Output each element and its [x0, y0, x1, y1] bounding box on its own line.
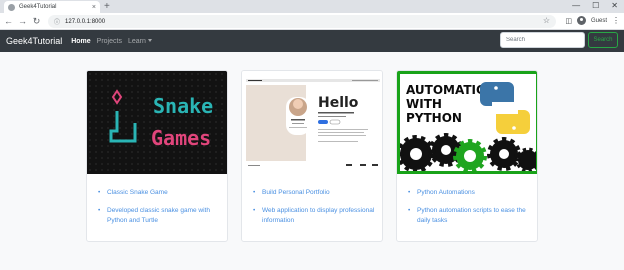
automation-image: AUTOMATION WITH PYTHON: [397, 71, 537, 174]
navbar-brand[interactable]: Geek4Tutorial: [6, 36, 62, 46]
project-card-automation: AUTOMATION WITH PYTHON • Python Automati…: [396, 70, 538, 242]
window-controls: — ☐ ✕: [572, 1, 618, 11]
reload-icon[interactable]: ↻: [31, 16, 42, 26]
card-description[interactable]: Python automation scripts to ease the da…: [407, 206, 533, 226]
search-button[interactable]: Search: [588, 32, 618, 48]
browser-address-bar: ← → ↻ ⓘ 127.0.0.1:8000 ☆ ◫ Guest ⋮: [0, 13, 624, 30]
nav-link-projects[interactable]: Projects: [97, 38, 122, 45]
card-body: Python Automations Python automation scr…: [397, 174, 537, 226]
browser-menu-icon[interactable]: ⋮: [612, 16, 620, 25]
guest-avatar-icon[interactable]: [576, 16, 586, 25]
site-navbar: Geek4Tutorial Home Projects Learn Search: [0, 30, 624, 52]
portfolio-image: Hello: [242, 71, 382, 174]
maximize-icon[interactable]: ☐: [592, 1, 599, 11]
browser-tab[interactable]: Geek4Tutorial ×: [4, 1, 100, 13]
automation-title-line2: WITH: [406, 97, 442, 111]
forward-icon[interactable]: →: [17, 16, 28, 26]
card-title-link[interactable]: Classic Snake Game: [97, 188, 223, 198]
portfolio-hello-heading: Hello: [318, 95, 359, 111]
favicon-icon: [8, 3, 15, 11]
bookmark-star-icon[interactable]: ☆: [543, 17, 550, 25]
card-body: Build Personal Portfolio Web application…: [242, 174, 382, 226]
new-tab-icon[interactable]: +: [104, 1, 110, 12]
project-card-portfolio: Hello Build Personal Portfolio Web appli…: [241, 70, 383, 242]
url-text: 127.0.0.1:8000: [65, 18, 106, 25]
tab-close-icon[interactable]: ×: [92, 4, 96, 11]
dropdown-caret-icon: [147, 39, 152, 43]
search-input[interactable]: [500, 32, 585, 48]
card-title-link[interactable]: Build Personal Portfolio: [252, 188, 378, 198]
url-input[interactable]: ⓘ 127.0.0.1:8000 ☆: [48, 15, 556, 28]
automation-title-line3: PYTHON: [406, 111, 462, 125]
nav-link-learn-label: Learn: [127, 37, 146, 45]
browser-tab-bar: Geek4Tutorial × + — ☐ ✕: [0, 0, 624, 13]
site-info-icon[interactable]: ⓘ: [54, 17, 60, 26]
side-panel-icon[interactable]: ◫: [565, 17, 572, 25]
card-body: Classic Snake Game Developed classic sna…: [87, 174, 227, 226]
nav-link-learn[interactable]: Learn: [128, 38, 152, 45]
project-card-snake: Snake Games Classic Snake Game Developed…: [86, 70, 228, 242]
card-title-link[interactable]: Python Automations: [407, 188, 533, 198]
browser-toolbar-right: ◫ Guest ⋮: [565, 16, 620, 25]
snake-title-line1: Snake: [153, 94, 213, 118]
snake-title-line2: Games: [151, 126, 211, 150]
tab-title: Geek4Tutorial: [19, 4, 57, 10]
card-description[interactable]: Web application to display professional …: [252, 206, 378, 226]
profile-label[interactable]: Guest: [591, 18, 607, 24]
minimize-icon[interactable]: —: [572, 1, 580, 11]
back-icon[interactable]: ←: [3, 16, 14, 26]
close-window-icon[interactable]: ✕: [611, 1, 618, 11]
nav-link-home[interactable]: Home: [71, 38, 90, 45]
card-description[interactable]: Developed classic snake game with Python…: [97, 206, 223, 226]
snake-game-image: Snake Games: [87, 71, 227, 174]
